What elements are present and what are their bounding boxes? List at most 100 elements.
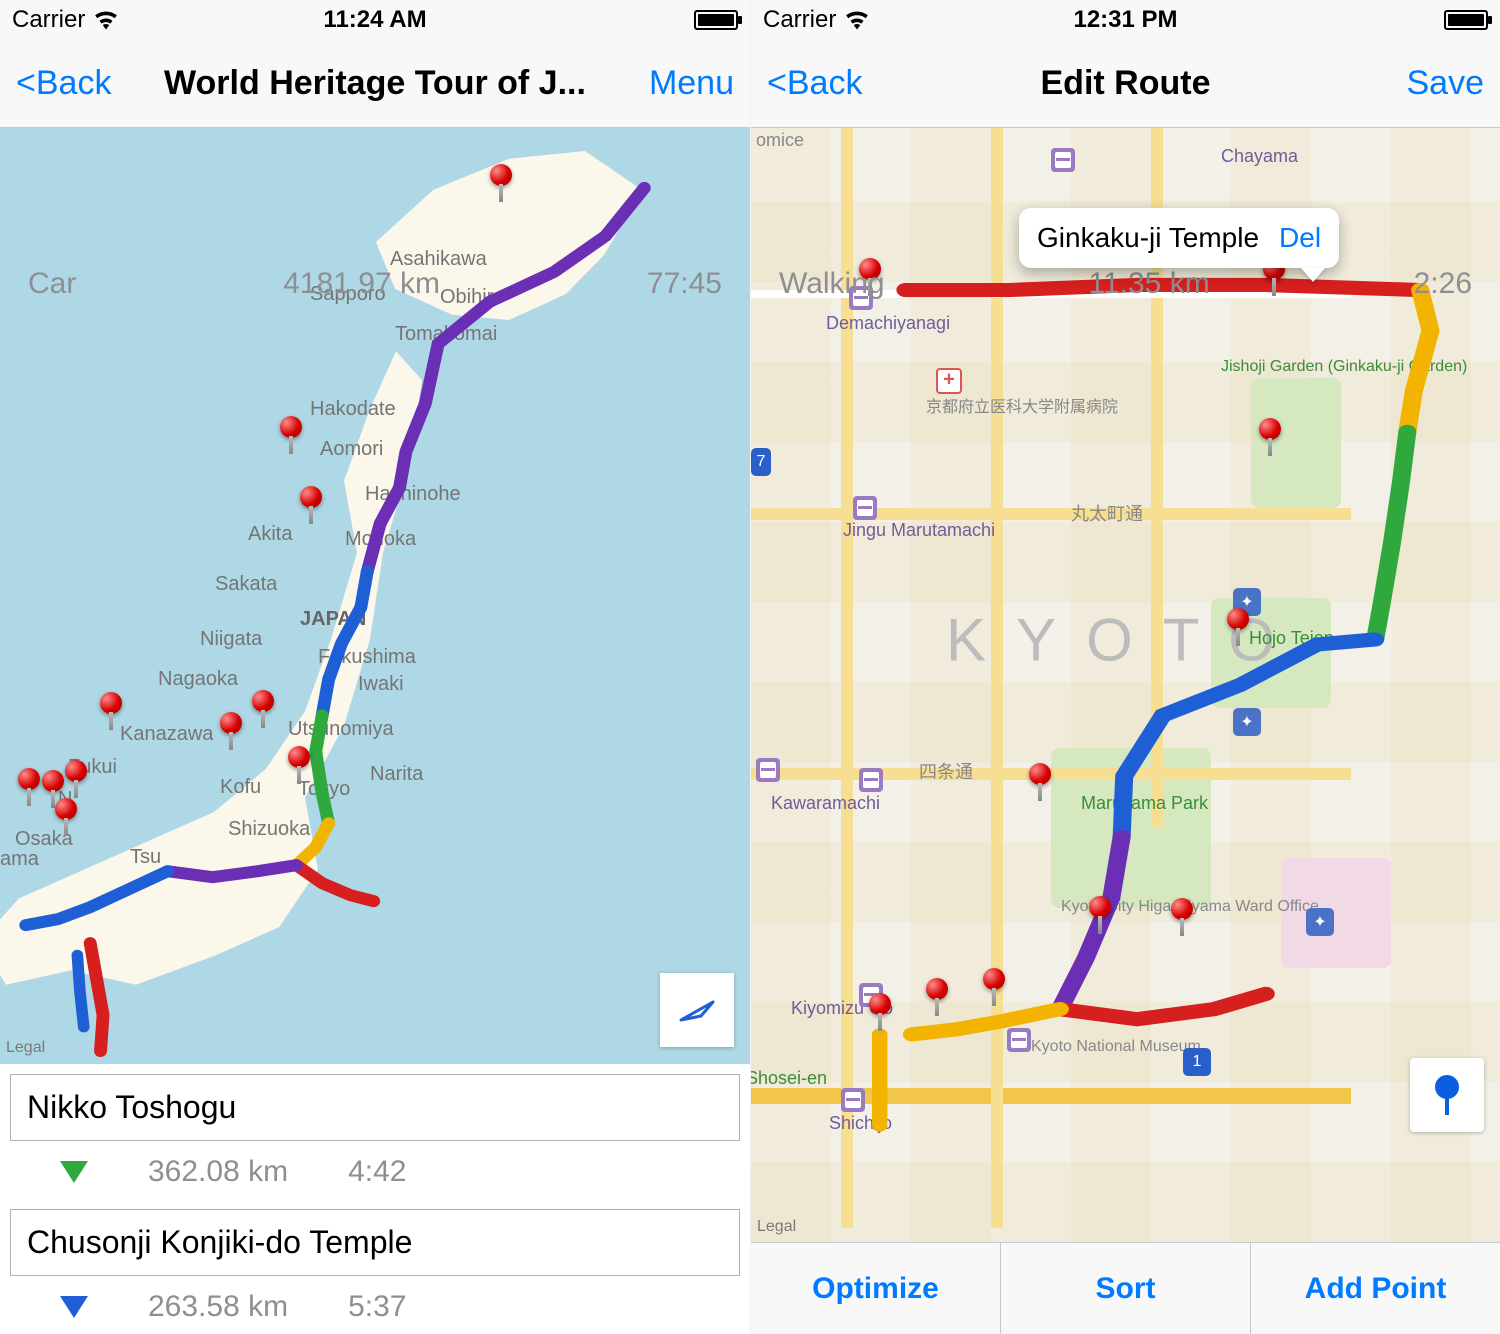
phone-left: Carrier 11:24 AM <Back World Heritage To… [0, 0, 750, 1334]
battery-icon [694, 10, 738, 30]
leg-distance: 263.58 km [148, 1290, 288, 1324]
phone-right: Carrier 12:31 PM <Back Edit Route Save W… [750, 0, 1500, 1334]
map-pin[interactable] [65, 760, 87, 782]
city-label: Kofu [220, 776, 261, 799]
city-label: Utsunomiya [288, 718, 394, 741]
museum-icon [1007, 1028, 1031, 1052]
save-button[interactable]: Save [1407, 64, 1485, 103]
route-leg: 263.58 km 5:37 [0, 1286, 750, 1334]
map-pin[interactable] [220, 712, 242, 734]
city-label: Sakata [215, 573, 277, 596]
city-label: Morioka [345, 528, 416, 551]
poi-label: Shichijo [829, 1113, 892, 1134]
carrier-label: Carrier [12, 6, 85, 34]
poi-label: omice [756, 130, 804, 151]
page-title: Edit Route [1041, 64, 1211, 103]
city-label: Hakodate [310, 398, 396, 421]
status-bar: Carrier 12:31 PM [751, 0, 1500, 40]
add-point-button[interactable]: Add Point [1251, 1243, 1500, 1334]
map-pin[interactable] [252, 690, 274, 712]
city-label: Akita [248, 523, 292, 546]
poi-label: Chayama [1221, 146, 1298, 167]
metro-icon [1051, 148, 1075, 172]
map-pin[interactable] [1227, 608, 1249, 630]
distance-label: 11.35 km [1089, 267, 1210, 301]
city-label: Kanazawa [120, 723, 213, 746]
wifi-icon [93, 10, 119, 30]
triangle-down-icon [60, 1161, 88, 1183]
poi-label: Hojo Teien [1249, 628, 1334, 649]
route-shield-icon: 1 [1183, 1048, 1211, 1076]
distance-label: 4181.97 km [283, 267, 440, 301]
city-label: Hachinohe [365, 483, 461, 506]
page-title: World Heritage Tour of J... [164, 64, 586, 103]
map-pin[interactable] [300, 486, 322, 508]
nav-bar: <Back World Heritage Tour of J... Menu [0, 40, 750, 128]
poi-label: Kyoto National Museum [1031, 1038, 1201, 1056]
map-view[interactable]: Walking 11.35 km 2:26 KYOTO Chayama Dema… [751, 128, 1500, 1242]
wifi-icon [844, 10, 870, 30]
city-label: Iwaki [358, 673, 404, 696]
leg-duration: 5:37 [348, 1290, 406, 1324]
clock: 11:24 AM [323, 6, 426, 34]
optimize-button[interactable]: Optimize [751, 1243, 1001, 1334]
map-view[interactable]: Car 4181.97 km 77:45 Asahikawa Sapporo O… [0, 128, 750, 1063]
map-pin[interactable] [42, 770, 64, 792]
metro-icon [841, 1088, 865, 1112]
map-pin[interactable] [869, 993, 891, 1015]
compass-button[interactable] [660, 973, 734, 1047]
mode-label: Car [28, 267, 76, 301]
status-bar: Carrier 11:24 AM [0, 0, 750, 40]
stop-item[interactable]: Nikko Toshogu [10, 1074, 740, 1141]
map-pin[interactable] [1171, 898, 1193, 920]
legal-label[interactable]: Legal [6, 1039, 45, 1057]
city-label: Niigata [200, 628, 262, 651]
city-label: Tsu [130, 846, 161, 869]
duration-label: 77:45 [647, 267, 722, 301]
sort-button[interactable]: Sort [1001, 1243, 1251, 1334]
legal-label[interactable]: Legal [757, 1218, 796, 1236]
menu-button[interactable]: Menu [649, 64, 734, 103]
route-list[interactable]: Nikko Toshogu 362.08 km 4:42 Chusonji Ko… [0, 1063, 750, 1334]
metro-icon [756, 758, 780, 782]
map-pin[interactable] [926, 978, 948, 1000]
poi-label: 京都府立医科大学附属病院 [926, 393, 1118, 417]
poi-label: Kawaramachi [771, 793, 880, 814]
city-label: Narita [370, 763, 423, 786]
city-label: Tokyo [298, 778, 350, 801]
poi-label: 丸太町通 [1071, 500, 1143, 526]
city-label: Nagaoka [158, 668, 238, 691]
route-shield-icon: ✦ [1233, 708, 1261, 736]
map-pin[interactable] [280, 416, 302, 438]
map-pin[interactable] [490, 164, 512, 186]
city-label: Tomakomai [395, 323, 497, 346]
map-pin[interactable] [288, 746, 310, 768]
map-pin[interactable] [1089, 896, 1111, 918]
pin-callout[interactable]: Ginkaku-ji Temple Del [1019, 208, 1339, 268]
back-button[interactable]: <Back [767, 64, 862, 103]
delete-button[interactable]: Del [1279, 222, 1321, 254]
map-pin[interactable] [55, 798, 77, 820]
metro-icon [859, 768, 883, 792]
drop-pin-button[interactable] [1410, 1058, 1484, 1132]
back-button[interactable]: <Back [16, 64, 111, 103]
map-pin[interactable] [1029, 763, 1051, 785]
clock: 12:31 PM [1073, 6, 1177, 34]
map-pin[interactable] [18, 768, 40, 790]
hospital-icon [936, 368, 962, 394]
route-shield-icon: ✦ [1306, 908, 1334, 936]
city-label: Aomori [320, 438, 383, 461]
duration-label: 2:26 [1414, 267, 1472, 301]
battery-icon [1444, 10, 1488, 30]
poi-label: Maruyama Park [1081, 793, 1208, 814]
stop-item[interactable]: Chusonji Konjiki-do Temple [10, 1209, 740, 1276]
map-pin[interactable] [983, 968, 1005, 990]
metro-icon [853, 496, 877, 520]
city-label: Fukushima [318, 646, 416, 669]
bottom-toolbar: Optimize Sort Add Point [751, 1242, 1500, 1334]
country-label: JAPAN [300, 608, 366, 631]
triangle-down-icon [60, 1296, 88, 1318]
map-pin[interactable] [100, 692, 122, 714]
nav-bar: <Back Edit Route Save [751, 40, 1500, 128]
map-pin[interactable] [1259, 418, 1281, 440]
